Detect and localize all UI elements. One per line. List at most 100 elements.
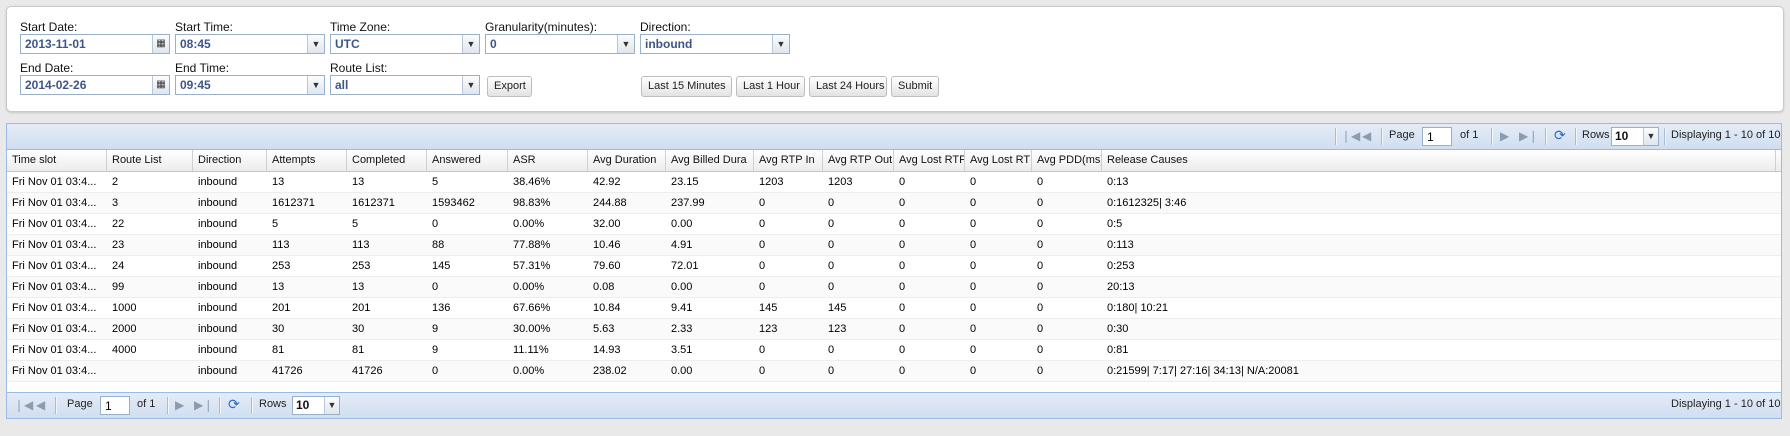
- refresh-icon[interactable]: ⟳: [1554, 127, 1566, 144]
- page-number-input[interactable]: [100, 396, 130, 415]
- next-page-icon[interactable]: ▶: [175, 398, 184, 412]
- rows-per-page-value: 10: [296, 398, 310, 412]
- chevron-down-icon[interactable]: ▼: [462, 76, 479, 94]
- start-date-field[interactable]: 2013-11-01 ▦: [20, 34, 170, 54]
- table-row[interactable]: Fri Nov 01 03:4... 4000 inbound 81 81 9 11.11%…: [7, 340, 1781, 361]
- bottom-paging-toolbar: ❘◀ ◀ Page of 1 ▶ ▶❘ ⟳ Rows 10 ▼ Displayi…: [7, 392, 1781, 418]
- cell-attempts: 5: [272, 218, 279, 230]
- cell-time-slot: Fri Nov 01 03:4...: [12, 239, 97, 251]
- first-page-icon[interactable]: ❘◀: [14, 398, 33, 412]
- cell-attempts: 253: [272, 260, 291, 272]
- rows-per-page-select[interactable]: 10 ▼: [1611, 127, 1659, 146]
- top-paging-toolbar: ❘◀ ◀ Page of 1 ▶ ▶❘ ⟳ Rows 10 ▼ Displayi…: [7, 124, 1781, 150]
- last-page-icon[interactable]: ▶❘: [1519, 129, 1538, 143]
- chevron-down-icon[interactable]: ▼: [617, 35, 634, 53]
- cell-avg-rtp-in: 0: [759, 239, 766, 251]
- table-row[interactable]: Fri Nov 01 03:4... 99 inbound 13 13 0 0.00% 0.0…: [7, 277, 1781, 298]
- cell-avg-lost-rtp-out: 0: [970, 344, 977, 356]
- end-date-field[interactable]: 2014-02-26 ▦: [20, 75, 170, 95]
- chevron-down-icon[interactable]: ▼: [462, 35, 479, 53]
- first-page-icon[interactable]: ❘◀: [1341, 129, 1360, 143]
- table-row[interactable]: Fri Nov 01 03:4... 2 inbound 13 13 5 38.46% 42.…: [7, 172, 1781, 193]
- last-page-icon[interactable]: ▶❘: [194, 398, 213, 412]
- refresh-icon[interactable]: ⟳: [228, 396, 240, 413]
- column-header-time-slot[interactable]: Time slot: [7, 150, 107, 171]
- chevron-down-icon[interactable]: ▼: [324, 397, 339, 414]
- column-header-route-list[interactable]: Route List: [107, 150, 193, 171]
- cell-direction: inbound: [198, 344, 238, 356]
- cell-route-list: 2000: [112, 323, 137, 335]
- column-header-answered[interactable]: Answered: [427, 150, 508, 171]
- cell-release-causes: 0:30: [1107, 323, 1129, 335]
- cell-time-slot: Fri Nov 01 03:4...: [12, 218, 97, 230]
- cell-avg-pdd: 0: [1037, 176, 1044, 188]
- calendar-icon[interactable]: ▦: [152, 76, 169, 94]
- cell-route-list: [107, 361, 193, 381]
- cell-completed: 81: [352, 344, 365, 356]
- calendar-icon[interactable]: ▦: [152, 35, 169, 53]
- cell-avg-pdd: 0: [1037, 302, 1044, 314]
- cell-avg-duration: 244.88: [593, 197, 627, 209]
- next-page-icon[interactable]: ▶: [1500, 129, 1509, 143]
- prev-page-icon[interactable]: ◀: [1362, 129, 1371, 143]
- column-header-avg-billed-duration[interactable]: Avg Billed Dura: [666, 150, 754, 171]
- end-date-value: 2014-02-26: [25, 78, 87, 92]
- column-header-avg-rtp-in[interactable]: Avg RTP In: [754, 150, 823, 171]
- last-1-hour-button[interactable]: Last 1 Hour: [736, 76, 805, 97]
- prev-page-icon[interactable]: ◀: [36, 398, 45, 412]
- page-number-input[interactable]: [1422, 127, 1452, 146]
- cell-avg-billed-duration: 4.91: [671, 239, 693, 251]
- cell-completed: 13: [352, 176, 365, 188]
- table-row[interactable]: Fri Nov 01 03:4... 23 inbound 113 113 88 77.88…: [7, 235, 1781, 256]
- chevron-down-icon[interactable]: ▼: [772, 35, 789, 53]
- cell-completed: 41726: [352, 365, 383, 377]
- chevron-down-icon[interactable]: ▼: [307, 35, 324, 53]
- cell-asr: 0.00%: [513, 365, 545, 377]
- chevron-down-icon[interactable]: ▼: [1643, 128, 1658, 145]
- table-row[interactable]: Fri Nov 01 03:4... 3 inbound 1612371 1612371…: [7, 193, 1781, 214]
- start-time-select[interactable]: 08:45 ▼: [175, 34, 325, 54]
- chevron-down-icon[interactable]: ▼: [307, 76, 324, 94]
- export-button[interactable]: Export: [487, 76, 532, 97]
- column-header-asr[interactable]: ASR: [508, 150, 588, 171]
- time-zone-select[interactable]: UTC ▼: [330, 34, 480, 54]
- last-24-hours-button[interactable]: Last 24 Hours: [809, 76, 887, 97]
- table-row[interactable]: Fri Nov 01 03:4... 24 inbound 253 253 145 57.3…: [7, 256, 1781, 277]
- column-header-direction[interactable]: Direction: [193, 150, 267, 171]
- cell-completed: 253: [352, 260, 371, 272]
- results-grid: ❘◀ ◀ Page of 1 ▶ ▶❘ ⟳ Rows 10 ▼ Displayi…: [6, 123, 1782, 419]
- table-row[interactable]: Fri Nov 01 03:4... 1000 inbound 201 201 136 67…: [7, 298, 1781, 319]
- table-row[interactable]: Fri Nov 01 03:4... 2000 inbound 30 30 9 30.00%…: [7, 319, 1781, 340]
- column-header-avg-lost-rtp-out[interactable]: Avg Lost RTP: [965, 150, 1032, 171]
- submit-button[interactable]: Submit: [891, 76, 939, 97]
- cell-avg-billed-duration: 9.41: [671, 302, 693, 314]
- cell-answered: 0: [432, 281, 439, 293]
- cell-attempts: 113: [272, 239, 290, 251]
- cell-attempts: 13: [272, 176, 285, 188]
- route-list-select[interactable]: all ▼: [330, 75, 480, 95]
- column-header-avg-lost-rtp-in[interactable]: Avg Lost RTP: [894, 150, 965, 171]
- cell-attempts: 13: [272, 281, 285, 293]
- cell-avg-rtp-out: 0: [828, 344, 835, 356]
- column-header-avg-duration[interactable]: Avg Duration: [588, 150, 666, 171]
- cell-completed: 1612371: [352, 197, 395, 209]
- table-row[interactable]: Fri Nov 01 03:4... 22 inbound 5 5 0 0.00% 32.00…: [7, 214, 1781, 235]
- column-header-completed[interactable]: Completed: [347, 150, 427, 171]
- toolbar-separator: [219, 397, 221, 414]
- direction-select[interactable]: inbound ▼: [640, 34, 790, 54]
- cell-asr: 30.00%: [513, 323, 551, 335]
- cell-attempts: 1612371: [272, 197, 315, 209]
- granularity-select[interactable]: 0 ▼: [485, 34, 635, 54]
- end-time-select[interactable]: 09:45 ▼: [175, 75, 325, 95]
- cell-avg-duration: 42.92: [593, 176, 621, 188]
- column-header-avg-pdd[interactable]: Avg PDD(ms): [1032, 150, 1102, 171]
- page-count-label: of 1: [1460, 129, 1479, 141]
- rows-per-page-select[interactable]: 10 ▼: [292, 396, 340, 415]
- table-row[interactable]: Fri Nov 01 03:4... inbound 41726 41726 0 0.00…: [7, 361, 1781, 382]
- last-15-minutes-button[interactable]: Last 15 Minutes: [641, 76, 732, 97]
- cell-completed: 30: [352, 323, 365, 335]
- column-header-release-causes[interactable]: Release Causes: [1102, 150, 1776, 171]
- column-header-attempts[interactable]: Attempts: [267, 150, 347, 171]
- toolbar-separator: [1664, 128, 1666, 145]
- column-header-avg-rtp-out[interactable]: Avg RTP Out: [823, 150, 894, 171]
